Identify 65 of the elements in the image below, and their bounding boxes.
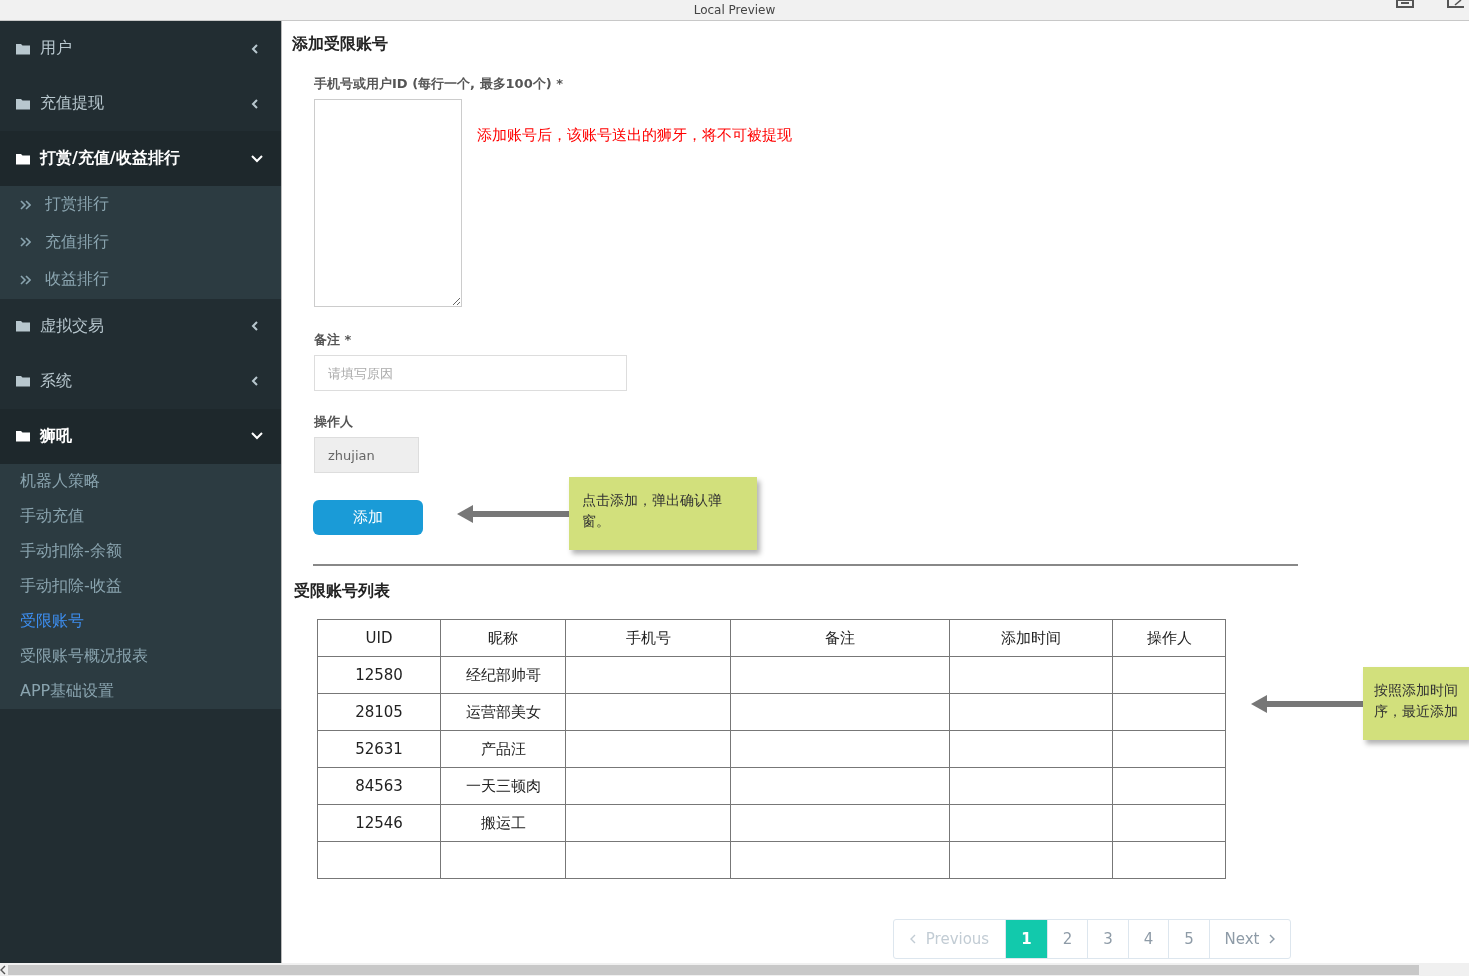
sidebar-item[interactable]: 受限账号概况报表	[0, 638, 281, 674]
sidebar-item[interactable]: 受限账号	[0, 603, 281, 639]
page-button[interactable]: 3	[1087, 920, 1128, 958]
table-cell: 84563	[317, 767, 441, 805]
window-icon[interactable]	[1396, 0, 1414, 8]
sidebar-group[interactable]: 充值提现	[0, 76, 281, 131]
column-header: 操作人	[1112, 619, 1226, 657]
sidebar-group[interactable]: 打赏/充值/收益排行	[0, 131, 281, 186]
table-cell: 一天三顿肉	[440, 767, 566, 805]
folder-icon	[16, 152, 30, 165]
sidebar-item[interactable]: 充值排行	[0, 223, 281, 261]
table-cell: 产品汪	[440, 730, 566, 768]
field-label: 备注 *	[314, 331, 352, 349]
column-header: 手机号	[565, 619, 731, 657]
page-button[interactable]: 2	[1047, 920, 1087, 958]
table-cell: 28105	[317, 693, 441, 731]
table-cell: 12546	[317, 804, 441, 842]
table-cell: 经纪部帅哥	[440, 656, 566, 694]
field-label: 操作人	[314, 413, 353, 431]
folder-icon	[16, 97, 30, 110]
column-header: 昵称	[440, 619, 566, 657]
column-header: 添加时间	[949, 619, 1113, 657]
table-cell: 搬运工	[440, 804, 566, 842]
double-chevron-icon	[20, 274, 31, 285]
next-button[interactable]: Next	[1209, 920, 1290, 958]
sticky-note: 按照添加时间序，最近添加	[1363, 667, 1469, 740]
table-cell: 52631	[317, 730, 441, 768]
folder-icon	[16, 375, 30, 387]
chevron-right-icon	[1269, 934, 1276, 944]
folder-icon	[16, 42, 30, 55]
warning-text: 添加账号后，该账号送出的狮牙，将不可被提现	[477, 126, 792, 145]
column-header: UID	[317, 619, 441, 657]
chevron-down-icon	[251, 153, 263, 164]
section-title: 添加受限账号	[292, 34, 388, 55]
window-title: Local Preview	[693, 3, 776, 17]
sidebar-group[interactable]: 系统	[0, 353, 281, 409]
remark-input[interactable]: 请填写原因	[314, 355, 627, 391]
double-chevron-icon	[20, 199, 31, 210]
page-button[interactable]: 4	[1128, 920, 1168, 958]
sidebar-item[interactable]: APP基础设置	[0, 673, 281, 709]
sidebar-item[interactable]: 收益排行	[0, 261, 281, 299]
chevron-left-icon	[909, 934, 916, 944]
sidebar-item[interactable]: 打赏排行	[0, 186, 281, 224]
section-title: 受限账号列表	[294, 581, 390, 602]
expand-icon[interactable]	[1447, 0, 1465, 8]
folder-icon	[16, 320, 30, 332]
table-cell: 12580	[317, 656, 441, 694]
double-chevron-icon	[20, 237, 31, 248]
scroll-left-icon[interactable]	[0, 964, 6, 975]
sidebar-item[interactable]: 手动扣除-余额	[0, 533, 281, 569]
page-button[interactable]: 5	[1168, 920, 1209, 958]
add-button[interactable]: 添加	[313, 500, 423, 535]
sticky-note: 点击添加，弹出确认弹窗。	[569, 477, 757, 550]
sidebar-group[interactable]: 虚拟交易	[0, 298, 281, 354]
folder-icon	[16, 430, 30, 442]
column-header: 备注	[730, 619, 950, 657]
chevron-down-icon	[251, 431, 263, 441]
table-cell: 运营部美女	[440, 693, 566, 731]
sidebar-item[interactable]: 手动充值	[0, 498, 281, 534]
horizontal-scrollbar[interactable]	[0, 963, 1469, 976]
sidebar-item[interactable]: 机器人策略	[0, 463, 281, 499]
sidebar-group[interactable]: 用户	[0, 21, 281, 76]
sidebar-group[interactable]: 狮吼	[0, 408, 281, 464]
sidebar-item[interactable]: 手动扣除-收益	[0, 568, 281, 604]
field-label: 手机号或用户ID (每行一个, 最多100个) *	[314, 75, 563, 93]
